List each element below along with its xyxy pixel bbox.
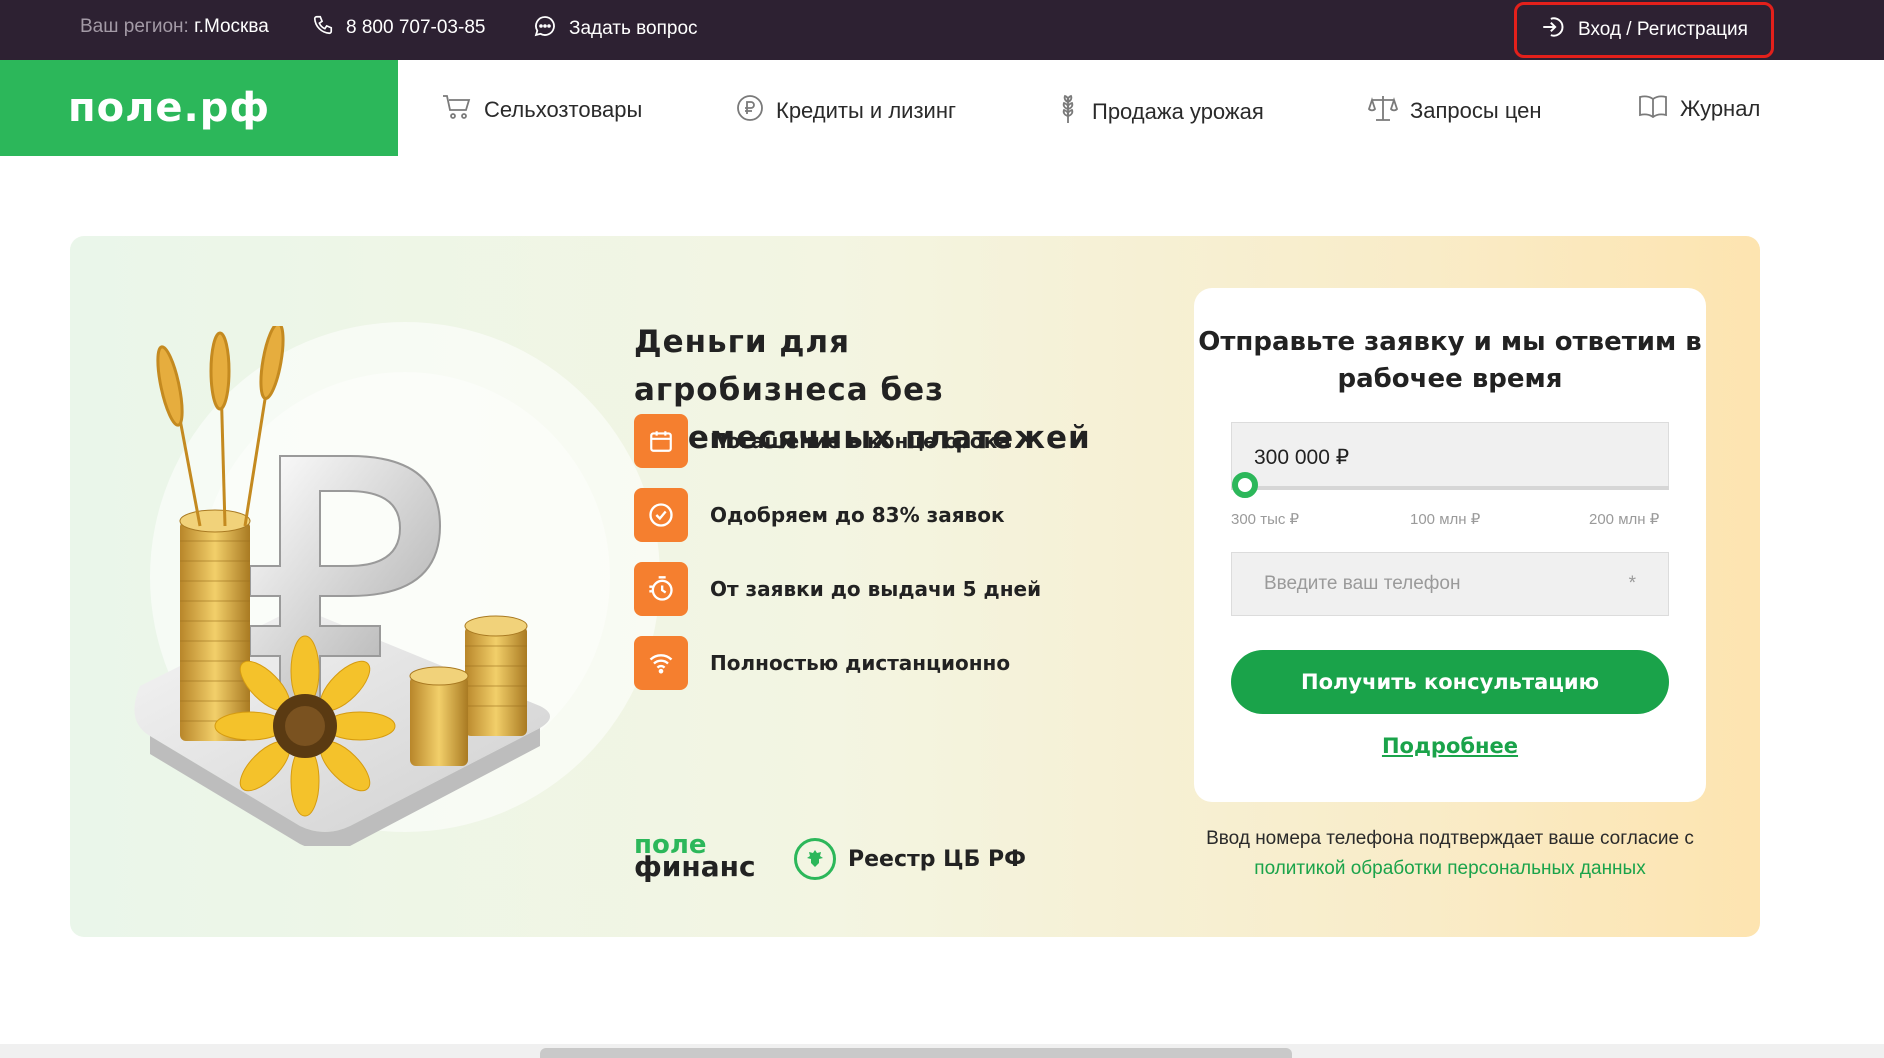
region-city[interactable]: г.Москва [194, 16, 269, 37]
brand-bottom: финанс [634, 850, 756, 883]
nav-label: Сельхозтовары [484, 97, 643, 122]
next-section-card-edge [540, 1048, 1292, 1058]
cart-icon [442, 94, 472, 126]
logo-text: поле.рф [68, 85, 271, 131]
wheat-icon [1056, 94, 1080, 130]
hero-banner: Деньги для агробизнеса без ежемесячных п… [70, 236, 1760, 937]
nav-item-price-requests[interactable]: Запросы цен [1367, 94, 1542, 128]
check-circle-icon [634, 488, 688, 542]
nav-item-harvest-sale[interactable]: Продажа урожая [1056, 94, 1264, 130]
login-icon [1540, 14, 1566, 46]
scale-max: 200 млн ₽ [1589, 511, 1660, 528]
phone-icon [312, 14, 334, 42]
amount-field[interactable]: 300 000 ₽ [1231, 422, 1669, 488]
ask-question-link[interactable]: Задать вопрос [533, 14, 698, 44]
nav-label: Кредиты и лизинг [776, 98, 957, 123]
feature-item: Одобряем до 83% заявок [634, 488, 1005, 542]
calendar-icon [634, 414, 688, 468]
registry-label: Реестр ЦБ РФ [848, 846, 1026, 872]
consent-text: Ввод номера телефона подтверждает ваше с… [1194, 824, 1706, 884]
ruble-coin-icon [736, 94, 764, 128]
nav-item-credits[interactable]: Кредиты и лизинг [736, 94, 956, 128]
chat-bubble-icon [533, 14, 557, 44]
phone-placeholder: Введите ваш телефон [1264, 573, 1461, 594]
top-bar: Ваш регион: г.Москва 8 800 707-03-85 Зад… [0, 0, 1884, 60]
feature-item: Погашение в конце срока [634, 414, 1011, 468]
site-logo[interactable]: поле.рф [0, 60, 398, 156]
feature-item: Полностью дистанционно [634, 636, 1010, 690]
nav-label: Продажа урожая [1092, 99, 1264, 124]
wifi-icon [634, 636, 688, 690]
login-label: Вход / Регистрация [1578, 19, 1748, 40]
required-mark: * [1628, 573, 1636, 594]
region-selector[interactable]: Ваш регион: г.Москва [80, 16, 269, 38]
privacy-policy-link[interactable]: политикой обработки персональных данных [1254, 858, 1645, 879]
book-icon [1638, 94, 1668, 124]
feature-label: Погашение в конце срока [710, 429, 1011, 453]
consent-label: Ввод номера телефона подтверждает ваше с… [1206, 828, 1694, 849]
feature-label: Полностью дистанционно [710, 651, 1011, 675]
amount-slider-handle[interactable] [1232, 472, 1258, 498]
phone-link[interactable]: 8 800 707-03-85 [312, 14, 485, 42]
scale-min: 300 тыс ₽ [1231, 511, 1300, 528]
nav-item-journal[interactable]: Журнал [1638, 94, 1760, 124]
scales-icon [1367, 94, 1399, 128]
region-label: Ваш регион: [80, 16, 189, 37]
agro-money-illustration [134, 326, 550, 846]
more-link[interactable]: Подробнее [1194, 734, 1706, 758]
eagle-emblem-icon [794, 838, 836, 880]
nav-label: Журнал [1680, 96, 1761, 121]
form-title: Отправьте заявку и мы ответим в рабочее … [1198, 327, 1702, 394]
timer-icon [634, 562, 688, 616]
phone-number: 8 800 707-03-85 [346, 17, 486, 38]
ask-question-label: Задать вопрос [569, 18, 698, 39]
cb-registry-badge: Реестр ЦБ РФ [794, 838, 1026, 880]
scale-mid: 100 млн ₽ [1410, 511, 1481, 528]
feature-label: От заявки до выдачи 5 дней [710, 577, 1042, 601]
nav-item-agro-goods[interactable]: Сельхозтовары [442, 94, 642, 126]
amount-slider-track[interactable] [1231, 486, 1669, 490]
nav-label: Запросы цен [1410, 98, 1542, 123]
get-consultation-button[interactable]: Получить консультацию [1231, 650, 1669, 714]
login-register-button[interactable]: Вход / Регистрация [1514, 2, 1774, 58]
feature-item: От заявки до выдачи 5 дней [634, 562, 1041, 616]
pole-finance-logo: поле финанс [634, 832, 756, 883]
phone-field[interactable]: Введите ваш телефон * [1231, 552, 1669, 616]
feature-label: Одобряем до 83% заявок [710, 503, 1005, 527]
application-form: Отправьте заявку и мы ответим в рабочее … [1194, 288, 1706, 802]
